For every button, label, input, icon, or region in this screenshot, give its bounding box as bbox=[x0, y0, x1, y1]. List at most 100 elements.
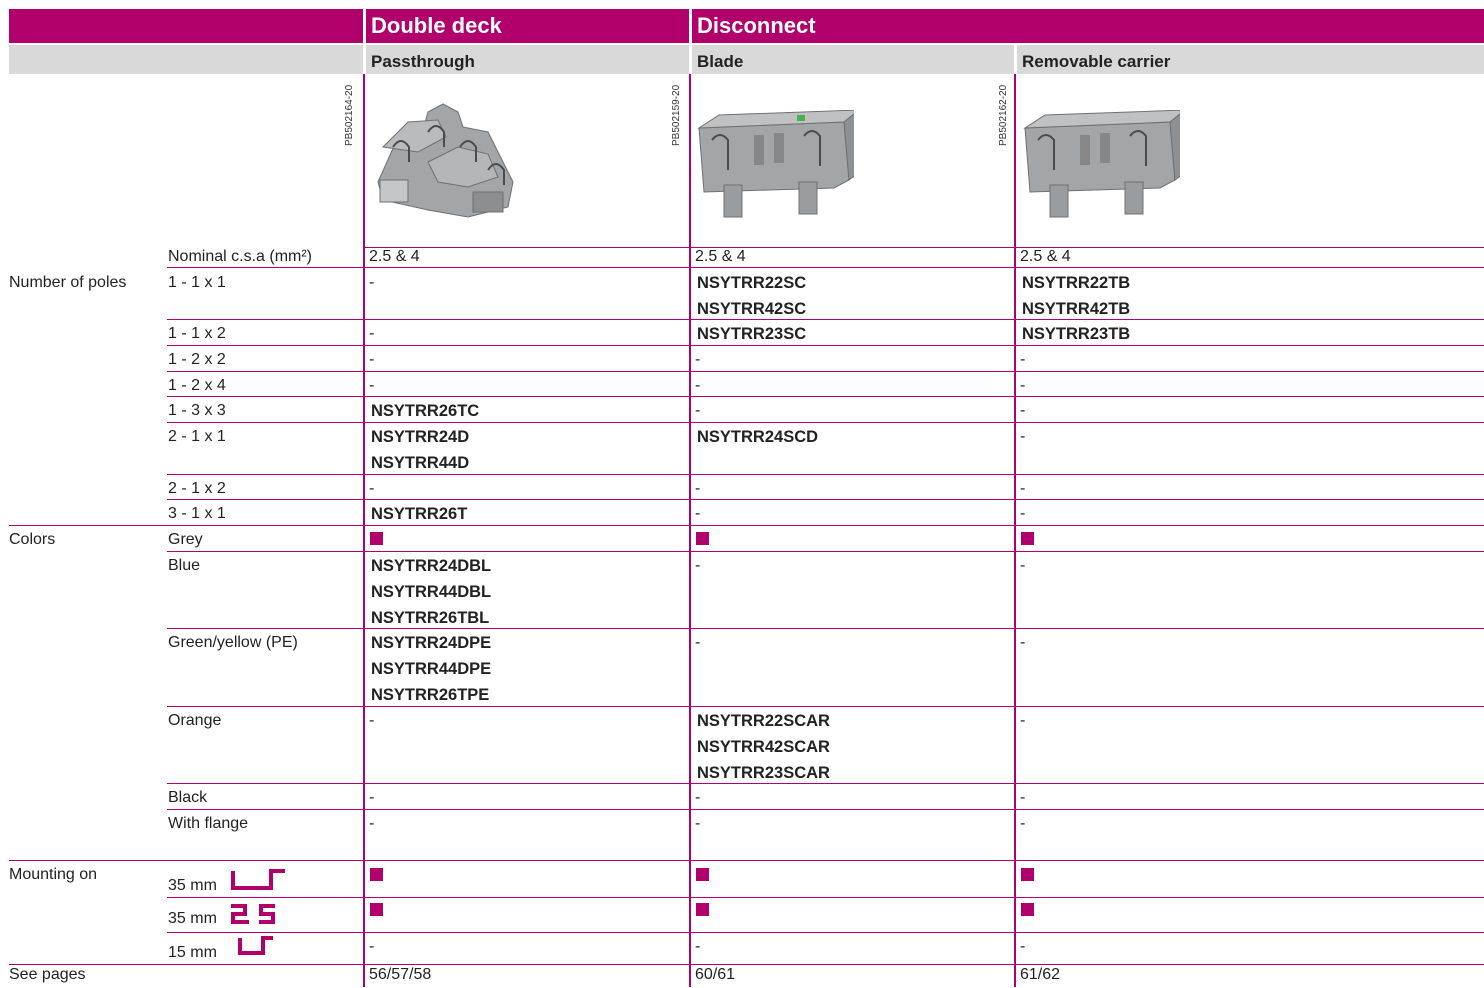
part-number: NSYTRR42SC bbox=[697, 300, 807, 318]
part-number: NSYTRR26TBL bbox=[371, 609, 490, 627]
available-marker bbox=[1021, 903, 1034, 916]
row-separator bbox=[9, 525, 1484, 526]
row-separator bbox=[9, 860, 1484, 861]
image-ref: PB502159-20 bbox=[671, 84, 682, 146]
poles-value: - bbox=[369, 480, 375, 497]
part-number: NSYTRR24D bbox=[371, 428, 470, 446]
top-hat-rail-icon bbox=[231, 869, 285, 890]
color-label: Grey bbox=[168, 531, 203, 548]
poles-value: - bbox=[369, 325, 375, 342]
available-marker bbox=[1021, 868, 1034, 881]
poles-label: 1 - 3 x 3 bbox=[168, 402, 226, 419]
color-value: - bbox=[1020, 557, 1026, 574]
poles-value: - bbox=[1020, 428, 1026, 445]
poles-value: - bbox=[369, 274, 375, 291]
color-value: - bbox=[1020, 634, 1026, 651]
subheader-divider bbox=[1014, 45, 1017, 74]
poles-value: - bbox=[1020, 480, 1026, 497]
mounting-label: 15 mm bbox=[168, 944, 217, 961]
group-label-poles: Number of poles bbox=[9, 274, 127, 291]
subtype-passthrough: Passthrough bbox=[371, 52, 475, 71]
poles-label: 3 - 1 x 1 bbox=[168, 505, 226, 522]
subheader-divider bbox=[363, 45, 366, 74]
color-value: - bbox=[695, 557, 701, 574]
blade-terminal-image bbox=[697, 110, 854, 218]
header-divider bbox=[689, 9, 692, 43]
mounting-value: - bbox=[1020, 938, 1026, 955]
row-separator bbox=[167, 628, 1484, 629]
part-number: NSYTRR26T bbox=[371, 505, 468, 523]
image-ref: PB502162-20 bbox=[998, 84, 1009, 146]
row-separator bbox=[167, 422, 1484, 423]
part-number: NSYTRR26TC bbox=[371, 402, 480, 420]
column-line bbox=[689, 74, 691, 987]
part-number: NSYTRR24DBL bbox=[371, 557, 492, 575]
poles-value: - bbox=[369, 351, 375, 368]
color-value: - bbox=[1020, 712, 1026, 729]
part-number: NSYTRR23TB bbox=[1022, 325, 1131, 343]
group-double-deck: Double deck bbox=[371, 13, 502, 38]
color-label: Blue bbox=[168, 557, 201, 574]
row-label-csa: Nominal c.s.a (mm²) bbox=[168, 248, 313, 265]
mounting-value: - bbox=[369, 938, 375, 955]
row-separator bbox=[167, 499, 1484, 500]
column-line bbox=[363, 74, 365, 987]
color-value: - bbox=[369, 815, 375, 832]
available-marker bbox=[696, 532, 709, 545]
row-separator bbox=[167, 897, 1484, 898]
poles-label: 1 - 1 x 2 bbox=[168, 325, 226, 342]
row-separator bbox=[167, 706, 1484, 707]
part-number: NSYTRR42SCAR bbox=[697, 738, 830, 756]
removable-carrier-terminal-image bbox=[1023, 110, 1180, 218]
poles-value: - bbox=[695, 505, 701, 522]
color-label: Orange bbox=[168, 712, 222, 729]
subheader-band bbox=[9, 45, 1484, 74]
color-value: - bbox=[1020, 789, 1026, 806]
poles-label: 1 - 2 x 2 bbox=[168, 351, 226, 368]
passthrough-terminal-image bbox=[377, 103, 514, 218]
part-number: NSYTRR23SC bbox=[697, 325, 807, 343]
row-label-pages: See pages bbox=[9, 966, 86, 983]
part-number: NSYTRR23SCAR bbox=[697, 764, 830, 782]
subtype-removable-carrier: Removable carrier bbox=[1022, 52, 1171, 71]
row-separator bbox=[167, 267, 1484, 268]
available-marker bbox=[696, 903, 709, 916]
g-profile-rail-icon bbox=[231, 904, 275, 924]
color-label: Black bbox=[168, 789, 208, 806]
group-label-colors: Colors bbox=[9, 531, 56, 548]
csa-value: 2.5 & 4 bbox=[369, 248, 420, 265]
color-label: With flange bbox=[168, 815, 249, 832]
poles-value: - bbox=[1020, 377, 1026, 394]
part-number: NSYTRR42TB bbox=[1022, 300, 1131, 318]
row-separator bbox=[167, 319, 1484, 320]
available-marker bbox=[1021, 532, 1034, 545]
part-number: NSYTRR44DPE bbox=[371, 660, 492, 678]
row-separator bbox=[167, 396, 1484, 397]
mounting-label: 35 mm bbox=[168, 877, 217, 894]
part-number: NSYTRR22SC bbox=[697, 274, 807, 292]
part-number: NSYTRR44D bbox=[371, 454, 470, 472]
color-value: - bbox=[369, 712, 375, 729]
mounting-value: - bbox=[695, 938, 701, 955]
color-value: - bbox=[695, 789, 701, 806]
part-number: NSYTRR26TPE bbox=[371, 686, 490, 704]
color-value: - bbox=[695, 815, 701, 832]
image-ref: PB502164-20 bbox=[344, 84, 355, 146]
part-number: NSYTRR22SCAR bbox=[697, 712, 830, 730]
part-number: NSYTRR24DPE bbox=[371, 634, 492, 652]
subtype-blade: Blade bbox=[697, 52, 744, 71]
mini-rail-icon bbox=[238, 936, 273, 955]
poles-value: - bbox=[695, 351, 701, 368]
row-separator bbox=[363, 247, 1484, 248]
part-number: NSYTRR24SCD bbox=[697, 428, 819, 446]
page-ref-link[interactable]: 56/57/58 bbox=[369, 962, 431, 988]
row-separator bbox=[9, 964, 1484, 965]
poles-value: - bbox=[1020, 351, 1026, 368]
available-marker bbox=[370, 532, 383, 545]
poles-value: - bbox=[695, 377, 701, 394]
page-ref-link[interactable]: 60/61 bbox=[695, 962, 735, 988]
page-ref-link[interactable]: 61/62 bbox=[1020, 962, 1060, 988]
poles-label: 1 - 2 x 4 bbox=[168, 377, 226, 394]
row-separator bbox=[167, 345, 1484, 346]
subheader-divider bbox=[689, 45, 692, 74]
